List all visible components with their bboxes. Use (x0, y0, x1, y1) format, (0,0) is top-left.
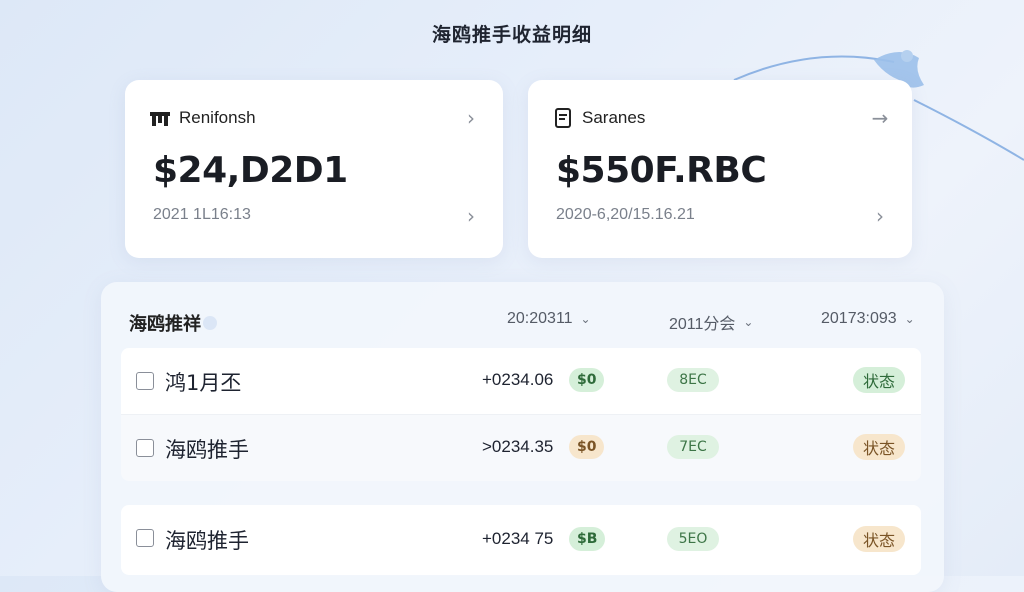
column-header-category[interactable]: 2011分会 ⌄ (669, 310, 753, 334)
chevron-down-icon: ⌄ (743, 315, 754, 329)
status-badge: 状态 (852, 434, 905, 460)
status-badge: 状态 (852, 367, 905, 393)
amount-tag: $0 (569, 435, 605, 459)
row-amount: +0234 75 (482, 529, 554, 548)
summary-card-renifonsh[interactable]: Renifonsh › $24,D2D1 2021 1L16:13 › (125, 80, 503, 258)
row-name: 海鸥推手 (165, 529, 249, 553)
category-tag: 5EO (667, 527, 719, 551)
table-title: 海鸥推祥 (129, 310, 217, 336)
column-header-time[interactable]: 20173:093 ⌄ (821, 310, 915, 328)
card-amount: $24,D2D1 (153, 150, 348, 191)
category-tag: 7EC (667, 435, 719, 459)
row-checkbox[interactable] (136, 372, 154, 390)
row-amount: +0234.06 (482, 370, 554, 389)
chevron-down-icon: ⌄ (580, 312, 591, 326)
chevron-down-icon: ⌄ (904, 312, 915, 326)
row-name: 海鸥推手 (165, 438, 249, 462)
summary-card-saranes[interactable]: Saranes → $550F.RBC 2020-6,20/15.16.21 › (528, 80, 912, 258)
card-label: Saranes (582, 108, 646, 127)
table-row[interactable]: 鸿1月丕 +0234.06 $0 8EC 状态 (121, 348, 921, 415)
card-label: Renifonsh (179, 108, 256, 127)
column-header-date[interactable]: 20:20311 ⌄ (507, 310, 591, 328)
chevron-right-icon[interactable]: › (459, 204, 483, 228)
table-row[interactable]: 海鸥推手 >0234.35 $0 7EC 状态 (121, 415, 921, 481)
document-icon (552, 107, 574, 129)
row-checkbox[interactable] (136, 529, 154, 547)
card-date: 2020-6,20/15.16.21 (556, 206, 695, 223)
card-amount: $550F.RBC (556, 150, 767, 191)
row-checkbox[interactable] (136, 439, 154, 457)
status-badge: 状态 (852, 526, 905, 552)
amount-tag: $0 (569, 368, 605, 392)
card-date: 2021 1L16:13 (153, 206, 251, 223)
category-tag: 8EC (667, 368, 719, 392)
building-icon (149, 107, 171, 129)
chevron-right-icon[interactable]: › (459, 106, 483, 130)
arrow-right-icon[interactable]: → (868, 106, 892, 130)
row-amount: >0234.35 (482, 437, 554, 456)
row-name: 鸿1月丕 (165, 371, 242, 395)
amount-tag: $B (569, 527, 606, 551)
table-row[interactable]: 海鸥推手 +0234 75 $B 5EO 状态 (121, 505, 921, 575)
info-icon (203, 316, 217, 330)
chevron-right-icon[interactable]: › (868, 204, 892, 228)
